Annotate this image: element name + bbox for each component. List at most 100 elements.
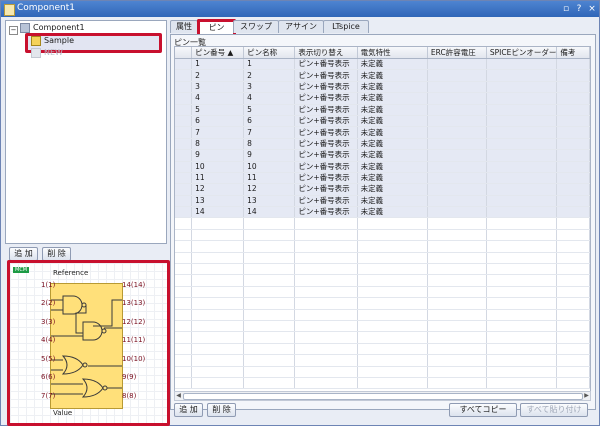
table-cell[interactable]: 1 <box>191 58 245 71</box>
table-cell[interactable]: 2 <box>243 69 296 82</box>
row-header[interactable] <box>175 172 193 185</box>
table-cell[interactable]: 5 <box>191 104 245 116</box>
table-cell[interactable]: ピン+番号表示 <box>294 81 358 94</box>
table-cell[interactable] <box>556 104 590 116</box>
component-tree[interactable]: − Component1 Sample NEW <box>5 20 167 244</box>
row-header[interactable] <box>175 206 193 219</box>
scroll-right-icon[interactable]: ▶ <box>583 392 590 400</box>
table-cell[interactable]: 9 <box>191 149 245 162</box>
table-cell[interactable]: ピン+番号表示 <box>294 149 358 162</box>
table-cell[interactable]: 1 <box>243 58 296 71</box>
copy-all-button[interactable]: すべてコピー <box>449 403 517 417</box>
table-cell[interactable]: 6 <box>191 115 245 128</box>
table-cell[interactable]: 7 <box>191 126 245 139</box>
table-cell[interactable] <box>556 183 590 196</box>
table-cell[interactable] <box>427 149 487 162</box>
paste-all-button[interactable]: すべて貼り付け <box>520 403 588 417</box>
table-cell[interactable]: 未定義 <box>357 172 428 185</box>
table-cell[interactable] <box>427 81 487 94</box>
table-cell[interactable] <box>486 115 558 128</box>
table-cell[interactable] <box>427 172 487 185</box>
table-row[interactable]: 14 14 ピン+番号表示 未定義 <box>175 206 590 219</box>
table-row[interactable]: 4 4 ピン+番号表示 未定義 <box>175 92 590 105</box>
table-cell[interactable]: 未定義 <box>357 58 428 71</box>
tab-swap[interactable]: スワップ <box>233 20 279 33</box>
table-cell[interactable] <box>486 104 558 116</box>
table-cell[interactable]: 未定義 <box>357 183 428 196</box>
table-cell[interactable] <box>556 69 590 82</box>
row-header[interactable] <box>175 195 193 208</box>
column-header[interactable]: 備考 <box>556 47 590 59</box>
table-cell[interactable]: 13 <box>243 195 296 208</box>
table-cell[interactable] <box>556 206 590 219</box>
table-cell[interactable]: ピン+番号表示 <box>294 183 358 196</box>
table-cell[interactable] <box>427 58 487 71</box>
table-cell[interactable]: 12 <box>243 183 296 196</box>
pin-window-icon[interactable]: ▫ <box>560 3 572 15</box>
table-cell[interactable]: 未定義 <box>357 161 428 173</box>
table-cell[interactable] <box>427 104 487 116</box>
table-cell[interactable]: 2 <box>191 69 245 82</box>
row-header[interactable] <box>175 69 193 82</box>
table-cell[interactable] <box>427 206 487 219</box>
table-cell[interactable]: 4 <box>191 92 245 105</box>
scroll-left-icon[interactable]: ◀ <box>175 392 182 400</box>
row-header[interactable] <box>175 138 193 151</box>
table-cell[interactable]: 未定義 <box>357 69 428 82</box>
table-row[interactable]: 13 13 ピン+番号表示 未定義 <box>175 195 590 208</box>
table-cell[interactable]: ピン+番号表示 <box>294 161 358 173</box>
row-header[interactable] <box>175 92 193 105</box>
help-icon[interactable]: ? <box>573 3 585 15</box>
table-cell[interactable] <box>427 183 487 196</box>
delete-pin-button[interactable]: 削 除 <box>207 403 236 417</box>
table-cell[interactable]: 未定義 <box>357 81 428 94</box>
table-cell[interactable] <box>556 126 590 139</box>
table-cell[interactable]: 4 <box>243 92 296 105</box>
table-row[interactable]: 12 12 ピン+番号表示 未定義 <box>175 183 590 196</box>
table-cell[interactable] <box>486 58 558 71</box>
table-cell[interactable] <box>427 138 487 151</box>
table-row[interactable]: 9 9 ピン+番号表示 未定義 <box>175 149 590 162</box>
table-cell[interactable]: 10 <box>191 161 245 173</box>
pin-table[interactable]: ピン番号 ▲ ピン名称 表示切り替え 電気特性 ERC許容電圧 SPICEピンオ… <box>174 46 591 392</box>
table-cell[interactable] <box>556 138 590 151</box>
tree-item-new[interactable]: NEW <box>31 47 151 59</box>
table-cell[interactable] <box>486 172 558 185</box>
table-cell[interactable]: 14 <box>191 206 245 219</box>
table-cell[interactable]: 8 <box>191 138 245 151</box>
tab-ltspice[interactable]: LTspice <box>323 20 369 33</box>
table-row[interactable]: 6 6 ピン+番号表示 未定義 <box>175 115 590 128</box>
add-pin-button[interactable]: 追 加 <box>174 403 203 417</box>
table-cell[interactable] <box>556 92 590 105</box>
table-cell[interactable] <box>486 206 558 219</box>
close-icon[interactable]: × <box>586 3 598 15</box>
table-cell[interactable] <box>486 138 558 151</box>
delete-button[interactable]: 削 除 <box>42 247 71 261</box>
table-row[interactable]: 7 7 ピン+番号表示 未定義 <box>175 126 590 139</box>
table-cell[interactable] <box>427 92 487 105</box>
table-cell[interactable]: 未定義 <box>357 195 428 208</box>
row-header[interactable] <box>175 104 193 116</box>
table-cell[interactable]: 5 <box>243 104 296 116</box>
table-cell[interactable] <box>486 92 558 105</box>
row-header[interactable] <box>175 126 193 139</box>
table-row[interactable]: 8 8 ピン+番号表示 未定義 <box>175 138 590 151</box>
tab-assign[interactable]: アサイン <box>278 20 324 33</box>
table-cell[interactable]: 未定義 <box>357 149 428 162</box>
add-button[interactable]: 追 加 <box>9 247 38 261</box>
row-header[interactable] <box>175 115 193 128</box>
row-header[interactable] <box>175 161 193 173</box>
table-row[interactable]: 3 3 ピン+番号表示 未定義 <box>175 81 590 94</box>
table-cell[interactable] <box>556 58 590 71</box>
table-cell[interactable]: 未定義 <box>357 206 428 219</box>
table-cell[interactable]: 7 <box>243 126 296 139</box>
table-cell[interactable] <box>427 126 487 139</box>
table-cell[interactable] <box>486 126 558 139</box>
table-cell[interactable] <box>486 195 558 208</box>
table-cell[interactable]: ピン+番号表示 <box>294 172 358 185</box>
table-cell[interactable]: 未定義 <box>357 126 428 139</box>
table-cell[interactable]: 3 <box>243 81 296 94</box>
table-cell[interactable]: 9 <box>243 149 296 162</box>
table-cell[interactable] <box>427 69 487 82</box>
table-cell[interactable]: ピン+番号表示 <box>294 92 358 105</box>
